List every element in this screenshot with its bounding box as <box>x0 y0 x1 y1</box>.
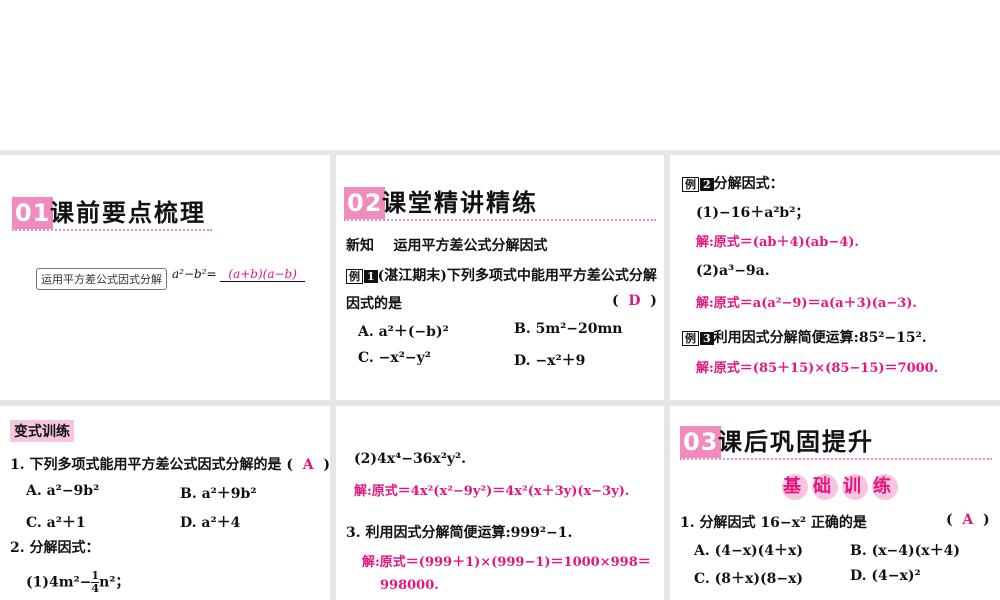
example-3-stem: 例 3 利用因式分解简便运算:85²−15². <box>682 327 927 347</box>
basic-char-3: 训 <box>842 474 868 500</box>
example-2-text: 分解因式： <box>713 176 784 192</box>
example-1-answer: ( D ) <box>612 293 657 309</box>
variant-q2: 2. 分解因式： <box>10 540 100 556</box>
basic-q1-answer: ( A ) <box>946 512 990 528</box>
variant-q3: 3. 利用因式分解简便运算:999²−1. <box>346 525 573 541</box>
concept-box: 运用平方差公式因式分解 <box>36 268 167 290</box>
paren-close: ) <box>650 293 657 309</box>
new-knowledge-topic: 运用平方差公式分解因式 <box>393 238 548 254</box>
answer-letter: A <box>962 512 974 528</box>
new-knowledge-heading: 新知 运用平方差公式分解因式 <box>346 235 548 255</box>
panel-variant-training: 变式训练 1. 下列多项式能用平方差公式因式分解的是 ( A ) A. a²−9… <box>0 406 330 600</box>
variant-q2-part1: (1)4m²− 1 4 n²； <box>26 570 129 595</box>
variant-q2-part2: (2)4x⁴−36x²y². <box>354 451 467 467</box>
new-knowledge-label: 新知 <box>346 238 374 254</box>
option-a: A. a²−9b² <box>26 483 100 499</box>
basic-char-4: 练 <box>872 474 898 500</box>
basic-char-1: 基 <box>782 474 808 500</box>
option-b: B. (x−4)(x＋4) <box>850 543 960 559</box>
panel-examples: 例 2 分解因式： (1)−16＋a²b²； 解:原式＝(ab＋4)(ab−4). … <box>670 155 1000 400</box>
panel-pre-class: 01 课前要点梳理 运用平方差公式因式分解 a²−b²= (a+b)(a−b) <box>0 155 330 400</box>
paren-open: ( <box>946 512 953 528</box>
basic-training-badge: 基础训练 <box>782 474 902 500</box>
option-d: D. −x²＋9 <box>514 353 586 369</box>
option-a: A. (4−x)(4＋x) <box>694 543 804 559</box>
section-title-pre-class: 课前要点梳理 <box>50 199 206 227</box>
paren-close: ) <box>983 512 990 528</box>
variant-q1-text: 1. 下列多项式能用平方差公式因式分解的是 ( <box>10 457 293 473</box>
example-2-part2: (2)a³−9a. <box>696 263 770 279</box>
example-number: 3 <box>700 332 714 345</box>
option-c: C. −x²−y² <box>358 350 431 366</box>
option-d: D. (4−x)² <box>850 568 921 584</box>
expr-suffix: n²； <box>99 574 130 591</box>
option-b: B. 5m²−20mn <box>514 321 623 337</box>
basic-q1: 1. 分解因式 16−x² 正确的是 <box>680 515 867 531</box>
section-underline <box>12 229 212 231</box>
section-underline <box>344 219 656 221</box>
example-2-solution2: 解:原式＝a(a²−9)＝a(a＋3)(a−3). <box>696 296 917 311</box>
variant-q1: 1. 下列多项式能用平方差公式因式分解的是 ( A ) <box>10 454 330 474</box>
blank-header-area <box>0 0 1000 150</box>
option-a: A. a²＋(−b)² <box>358 324 449 340</box>
formula-answer: (a+b)(a−b) <box>220 267 305 282</box>
section-underline <box>680 458 992 460</box>
answer-letter: D <box>628 293 641 309</box>
example-1-stem: 例 1 (湛江期末)下列多项式中能用平方差公式分解 <box>346 265 657 285</box>
example-badge: 例 <box>682 331 699 346</box>
example-badge: 例 <box>682 177 699 192</box>
variant-training-tag: 变式训练 <box>10 420 74 442</box>
example-number: 1 <box>364 270 378 283</box>
example-1-stem-line2: 因式的是 <box>346 296 402 312</box>
example-2-stem: 例 2 分解因式： <box>682 173 784 193</box>
example-number: 2 <box>700 178 714 191</box>
variant-q3-solution-line1: 解:原式＝(999＋1)×(999−1)＝1000×998＝ <box>362 555 651 570</box>
basic-char-2: 础 <box>812 474 838 500</box>
option-c: C. (8＋x)(8−x) <box>694 571 804 587</box>
example-2-solution1: 解:原式＝(ab＋4)(ab−4). <box>696 235 859 250</box>
formula-lhs: a²−b²= <box>172 267 217 281</box>
panel-variant-continued: (2)4x⁴−36x²y². 解:原式＝4x²(x²−9y²)＝4x²(x＋3y… <box>336 406 664 600</box>
paren-open: ( <box>612 293 619 309</box>
example-3-text: 利用因式分解简便运算:85²−15². <box>713 330 927 346</box>
example-badge: 例 <box>346 269 363 284</box>
variant-q2-solution2: 解:原式＝4x²(x²−9y²)＝4x²(x＋3y)(x−3y). <box>354 484 630 499</box>
fraction-denominator: 4 <box>91 582 100 595</box>
section-number-02: 02 <box>344 187 386 219</box>
panel-post-class: 03 课后巩固提升 基础训练 1. 分解因式 16−x² 正确的是 ( A ) … <box>670 406 1000 600</box>
option-d: D. a²＋4 <box>180 515 241 531</box>
panel-in-class: 02 课堂精讲精练 新知 运用平方差公式分解因式 例 1 (湛江期末)下列多项式中能… <box>336 155 664 400</box>
example-1-text: (湛江期末)下列多项式中能用平方差公式分解 <box>377 268 657 284</box>
option-c: C. a²＋1 <box>26 515 86 531</box>
section-title-post-class: 课后巩固提升 <box>718 428 874 456</box>
example-3-solution: 解:原式＝(85＋15)×(85−15)＝7000. <box>696 361 939 376</box>
section-number-01: 01 <box>12 197 54 229</box>
expr-prefix: (1)4m²− <box>26 574 92 591</box>
paren-close: ) <box>323 457 330 473</box>
option-b: B. a²＋9b² <box>180 486 257 502</box>
fraction: 14 <box>91 570 100 595</box>
variant-q1-answer: A <box>302 457 314 473</box>
concept-formula: a²−b²= (a+b)(a−b) <box>172 267 305 282</box>
section-title-in-class: 课堂精讲精练 <box>382 189 538 217</box>
section-number-03: 03 <box>680 426 722 458</box>
variant-q3-solution-line2: 998000. <box>380 578 439 593</box>
example-2-part1: (1)−16＋a²b²； <box>696 205 810 221</box>
